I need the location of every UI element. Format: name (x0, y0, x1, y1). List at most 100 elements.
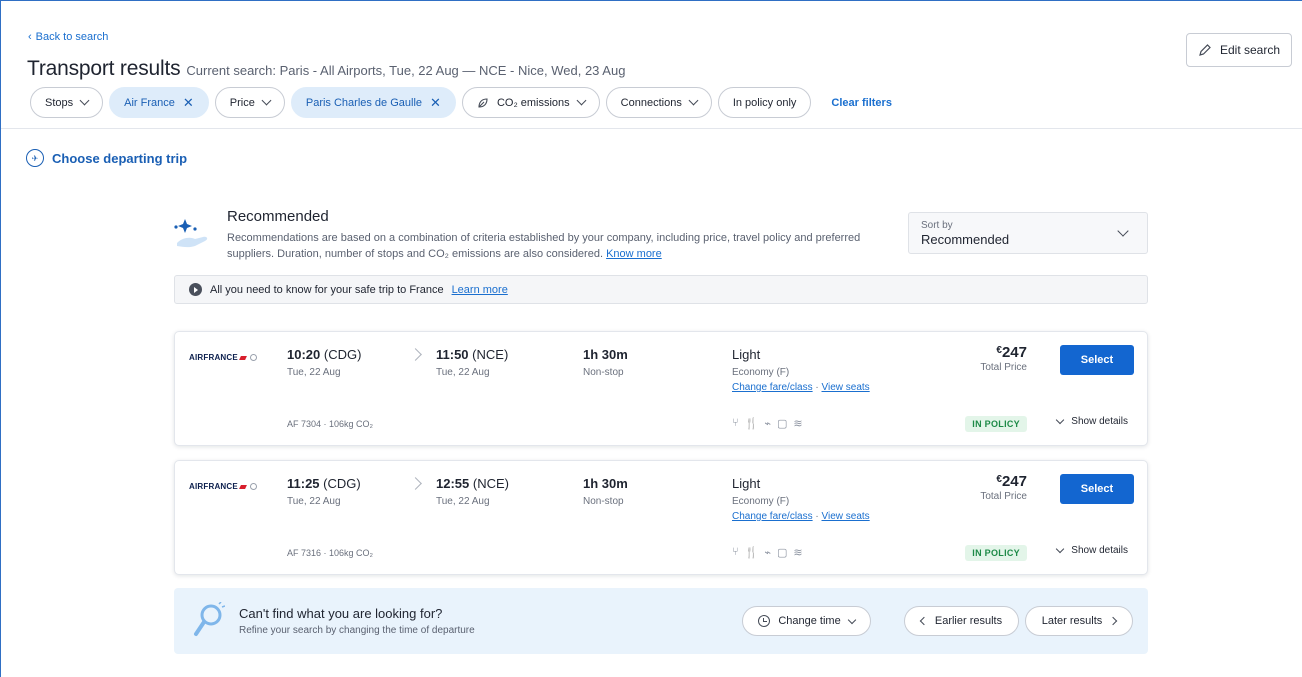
earlier-results-button[interactable]: Earlier results (904, 606, 1019, 636)
view-seats-link[interactable]: View seats (822, 511, 870, 522)
duration-block: 1h 30m Non-stop (583, 347, 628, 378)
filter-co2-emissions[interactable]: CO₂ emissions (461, 87, 600, 118)
entertainment-icon: ▢ (776, 547, 788, 559)
fare-links: Change fare/class · View seats (732, 511, 870, 522)
app-frame: ‹ Back to search Transport results Curre… (0, 0, 1302, 677)
chevron-down-icon (261, 95, 272, 106)
close-icon[interactable]: ✕ (430, 96, 441, 109)
safety-info-text: All you need to know for your safe trip … (210, 283, 444, 296)
filter-label: Air France (124, 96, 175, 109)
meal-icon: 🍴 (744, 418, 759, 430)
change-fare-link[interactable]: Change fare/class (732, 382, 813, 393)
clear-filters-link[interactable]: Clear filters (831, 97, 892, 109)
magnifier-icon (194, 602, 225, 636)
meal-icon: 🍴 (744, 547, 759, 559)
cant-find-title: Can't find what you are looking for? (239, 606, 443, 621)
power-icon: ⌁ (764, 418, 771, 430)
filter-label: Price (229, 96, 255, 109)
later-results-label: Later results (1041, 615, 1103, 627)
edit-search-label: Edit search (1219, 43, 1281, 57)
later-results-button[interactable]: Later results (1025, 606, 1133, 636)
departing-trip-icon: ✈ (26, 149, 44, 167)
filter-price[interactable]: Price (214, 87, 285, 118)
departure-airport: (CDG) (323, 476, 361, 491)
filter-air-france[interactable]: Air France ✕ (109, 87, 209, 118)
arrival-date: Tue, 22 Aug (436, 367, 490, 378)
show-details-toggle[interactable]: Show details (1056, 544, 1128, 556)
recommended-text: Recommendations are based on a combinati… (227, 232, 861, 260)
edit-search-button[interactable]: Edit search (1186, 33, 1292, 67)
select-flight-button[interactable]: Select (1060, 345, 1134, 375)
arrival-airport: (NCE) (472, 476, 509, 491)
select-flight-button[interactable]: Select (1060, 474, 1134, 504)
airline-emblem-icon (249, 483, 257, 490)
arrival-time: 12:55 (436, 476, 470, 491)
choose-departing-trip: ✈ Choose departing trip (26, 149, 187, 167)
show-details-label: Show details (1071, 545, 1128, 556)
play-icon (189, 283, 202, 296)
flight-result-card[interactable]: AIRFRANCE 10:20 (CDG) Tue, 22 Aug 11:50 … (174, 331, 1148, 446)
airline-emblem-icon (249, 354, 257, 361)
chevron-right-icon (1109, 616, 1118, 626)
cant-find-subtitle: Refine your search by changing the time … (239, 625, 475, 636)
fare-block: Light Economy (F) Change fare/class · Vi… (732, 476, 870, 522)
airline-logo: AIRFRANCE (189, 353, 257, 362)
arrival-segment: 12:55 (NCE) Tue, 22 Aug (436, 476, 509, 507)
view-seats-link[interactable]: View seats (822, 382, 870, 393)
sort-by-dropdown[interactable]: Sort by Recommended (908, 212, 1148, 254)
results-header: ‹ Back to search Transport results Curre… (1, 1, 1302, 129)
fare-name: Light (732, 347, 761, 362)
recommended-description: Recommendations are based on a combinati… (227, 230, 897, 262)
airline-name: AIRFRANCE (189, 482, 238, 491)
back-to-search-link[interactable]: ‹ Back to search (28, 31, 108, 43)
power-icon: ⌁ (764, 547, 771, 559)
filter-label: Connections (620, 96, 682, 109)
learn-more-link[interactable]: Learn more (452, 284, 508, 296)
change-time-label: Change time (778, 615, 841, 627)
cabin-class: Economy (F) (732, 496, 790, 507)
show-details-toggle[interactable]: Show details (1056, 415, 1128, 427)
chevron-down-icon (847, 615, 856, 624)
sort-by-label: Sort by (921, 220, 953, 231)
price-label: Total Price (980, 491, 1027, 502)
cabin-class: Economy (F) (732, 367, 790, 378)
chevron-down-icon (688, 95, 699, 106)
safety-info-bar: All you need to know for your safe trip … (174, 275, 1148, 304)
arrival-segment: 11:50 (NCE) Tue, 22 Aug (436, 347, 508, 378)
filter-stops[interactable]: Stops (30, 87, 104, 118)
flight-duration: 1h 30m (583, 476, 628, 491)
flight-stops: Non-stop (583, 367, 624, 378)
pencil-icon (1199, 44, 1211, 56)
change-fare-link[interactable]: Change fare/class (732, 511, 813, 522)
filter-paris-cdg[interactable]: Paris Charles de Gaulle ✕ (290, 87, 456, 118)
departure-time: 10:20 (287, 347, 321, 362)
chevron-right-icon (409, 477, 422, 490)
filter-label: Stops (45, 96, 74, 109)
flight-result-card[interactable]: AIRFRANCE 11:25 (CDG) Tue, 22 Aug 12:55 … (174, 460, 1148, 575)
price-block: €247 Total Price (980, 344, 1027, 373)
departure-segment: 11:25 (CDG) Tue, 22 Aug (287, 476, 361, 507)
clock-icon (758, 615, 771, 627)
current-search-summary: Current search: Paris - All Airports, Tu… (186, 63, 626, 78)
filter-in-policy-only[interactable]: In policy only (717, 87, 812, 118)
filter-bar: Stops Air France ✕ Price Paris Charles d… (30, 87, 892, 118)
change-time-button[interactable]: Change time (742, 606, 871, 636)
duration-block: 1h 30m Non-stop (583, 476, 628, 507)
flight-number-co2: AF 7304 · 106kg CO₂ (287, 419, 374, 429)
earlier-results-label: Earlier results (934, 615, 1003, 627)
chevron-down-icon (1056, 415, 1065, 425)
fare-name: Light (732, 476, 761, 491)
airline-flag-icon (238, 355, 247, 360)
amenities: ⑂ 🍴 ⌁ ▢ ≋ (732, 417, 803, 430)
know-more-link[interactable]: Know more (606, 248, 662, 260)
leaf-icon (478, 97, 488, 108)
link-separator: · (812, 382, 822, 393)
close-icon[interactable]: ✕ (183, 96, 194, 109)
filter-label: CO₂ emissions (496, 96, 570, 109)
filter-connections[interactable]: Connections (605, 87, 712, 118)
price-label: Total Price (980, 362, 1027, 373)
in-policy-badge: IN POLICY (965, 416, 1027, 432)
departure-date: Tue, 22 Aug (287, 496, 341, 507)
departure-date: Tue, 22 Aug (287, 367, 341, 378)
departure-time: 11:25 (287, 476, 320, 491)
